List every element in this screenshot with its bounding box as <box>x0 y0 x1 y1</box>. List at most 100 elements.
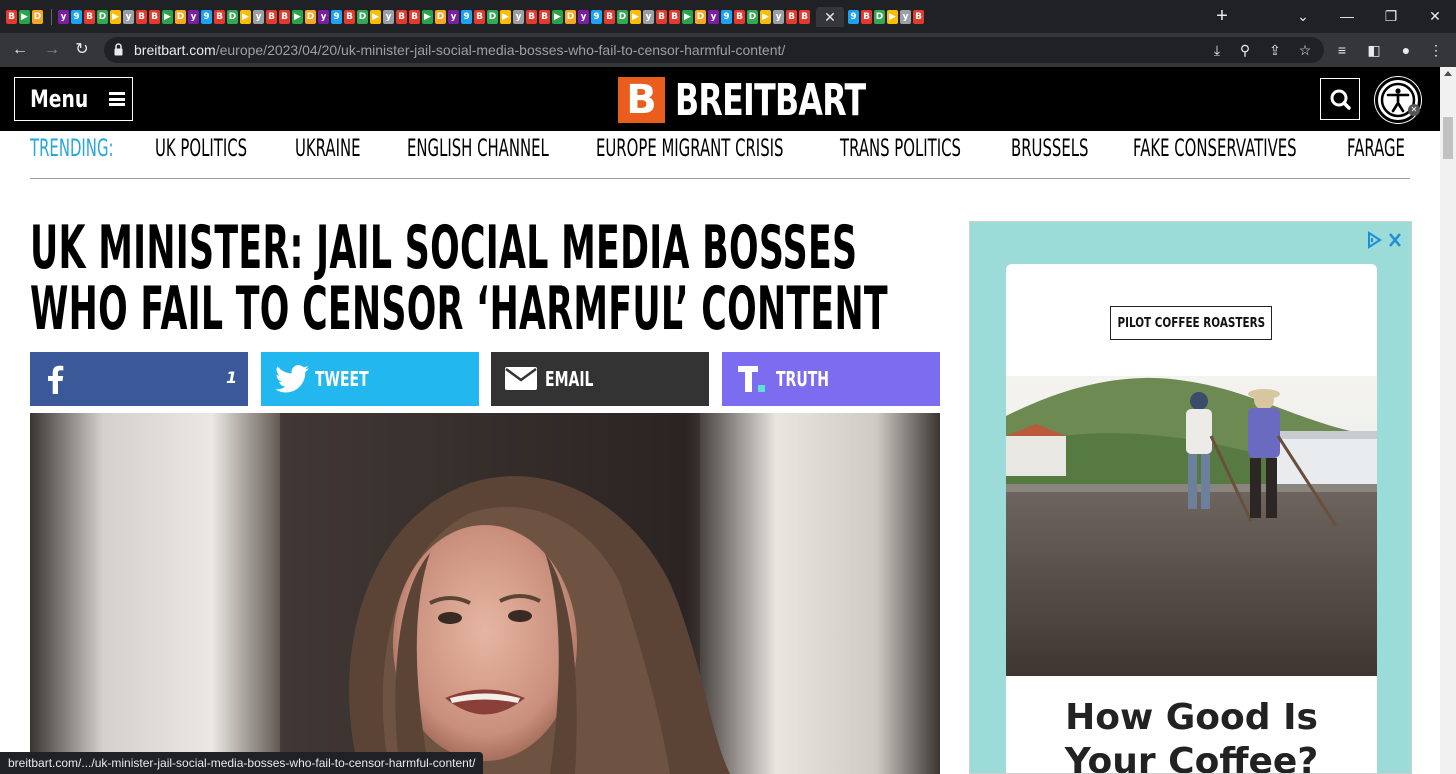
tab-favicon[interactable]: 9 <box>848 10 859 24</box>
tab-favicon[interactable]: ▶ <box>760 10 771 24</box>
trending-item[interactable]: ENGLISH CHANNEL <box>407 134 549 162</box>
tab-favicon[interactable]: y <box>188 10 199 24</box>
close-window-button[interactable]: ✕ <box>1420 5 1450 27</box>
tab-favicon[interactable]: 9 <box>71 10 82 24</box>
tab-favicon[interactable]: ▶ <box>552 10 563 24</box>
tab-favicon[interactable]: ▶ <box>422 10 433 24</box>
menu-button[interactable]: Menu <box>14 77 133 121</box>
page-scrollbar[interactable] <box>1440 67 1456 774</box>
address-bar[interactable]: breitbart.com/europe/2023/04/20/uk-minis… <box>104 37 1324 63</box>
tab-favicon[interactable]: B <box>279 10 290 24</box>
tab-favicon[interactable]: B <box>6 10 17 24</box>
tab-favicon[interactable]: B <box>734 10 745 24</box>
tab-favicon[interactable]: B <box>409 10 420 24</box>
forward-button[interactable]: → <box>40 38 64 62</box>
tab-favicon[interactable]: ▶ <box>682 10 693 24</box>
tab-favicon[interactable]: y <box>318 10 329 24</box>
tab-favicon[interactable]: ▶ <box>500 10 511 24</box>
tab-favicon[interactable]: y <box>900 10 911 24</box>
trending-item[interactable]: FAKE CONSERVATIVES <box>1133 134 1297 162</box>
trending-item[interactable]: UK POLITICS <box>155 134 247 162</box>
tab-favicon[interactable]: B <box>669 10 680 24</box>
chrome-menu-icon[interactable]: ⋮ <box>1426 40 1446 60</box>
site-logo[interactable]: B BREITBART <box>618 75 939 126</box>
tab-favicon[interactable]: 9 <box>721 10 732 24</box>
tab-favicon[interactable]: 9 <box>201 10 212 24</box>
bookmark-star-icon[interactable]: ☆ <box>1296 41 1314 59</box>
tab-favicon[interactable]: ▶ <box>887 10 898 24</box>
adchoices-icon[interactable] <box>1366 230 1406 250</box>
tab-favicon[interactable]: B <box>136 10 147 24</box>
tab-favicon[interactable]: ▶ <box>162 10 173 24</box>
tab-favicon[interactable]: D <box>305 10 316 24</box>
tab-favicon[interactable]: B <box>266 10 277 24</box>
tab-favicon[interactable]: D <box>357 10 368 24</box>
scroll-up-arrow-icon[interactable] <box>1444 71 1452 76</box>
tab-favicon[interactable]: ▶ <box>19 10 30 24</box>
tab-favicon[interactable]: ▶ <box>630 10 641 24</box>
advertisement[interactable]: PILOT COFFEE ROASTERS How Good Is Your C… <box>969 221 1412 774</box>
tab-favicon[interactable]: D <box>175 10 186 24</box>
tab-favicon[interactable]: B <box>526 10 537 24</box>
tab-favicon[interactable]: B <box>786 10 797 24</box>
trending-item[interactable]: BRUSSELS <box>1011 134 1088 162</box>
tab-favicon[interactable]: D <box>565 10 576 24</box>
tab-favicon[interactable]: D <box>695 10 706 24</box>
tab-favicon[interactable]: D <box>32 10 43 24</box>
tab-favicon[interactable]: D <box>747 10 758 24</box>
active-tab-close-button[interactable]: ✕ <box>816 7 844 27</box>
tab-favicon[interactable]: ▶ <box>110 10 121 24</box>
tab-favicon[interactable]: y <box>58 10 69 24</box>
tab-favicon[interactable]: B <box>913 10 924 24</box>
close-icon[interactable]: ✕ <box>1408 104 1420 116</box>
tab-favicon[interactable]: B <box>604 10 615 24</box>
tab-favicon[interactable]: ▶ <box>292 10 303 24</box>
tab-favicon[interactable]: B <box>861 10 872 24</box>
tab-favicon[interactable]: B <box>214 10 225 24</box>
article-photo[interactable] <box>30 413 940 774</box>
tab-favicon[interactable]: D <box>487 10 498 24</box>
zoom-icon[interactable]: ⚲ <box>1236 41 1254 59</box>
tab-favicon[interactable]: B <box>84 10 95 24</box>
minimize-button[interactable]: — <box>1332 5 1362 27</box>
tab-search-icon[interactable]: ⌄ <box>1288 5 1318 27</box>
tab-favicon[interactable]: 9 <box>591 10 602 24</box>
site-search-button[interactable] <box>1320 78 1360 120</box>
tab-favicon[interactable]: y <box>578 10 589 24</box>
tab-favicon[interactable]: y <box>773 10 784 24</box>
side-panel-icon[interactable]: ◧ <box>1364 40 1384 60</box>
tab-favicon[interactable]: 9 <box>461 10 472 24</box>
trending-item[interactable]: TRANS POLITICS <box>840 134 961 162</box>
accessibility-button[interactable]: ✕ <box>1375 77 1421 123</box>
ad-card[interactable]: PILOT COFFEE ROASTERS How Good Is Your C… <box>1006 264 1377 773</box>
media-queue-icon[interactable]: ≡ <box>1332 40 1352 60</box>
tab-favicon[interactable]: B <box>656 10 667 24</box>
new-tab-button[interactable]: + <box>1210 5 1234 27</box>
tab-favicon[interactable]: ▶ <box>240 10 251 24</box>
maximize-button[interactable]: ❐ <box>1376 5 1406 27</box>
tab-favicon[interactable]: y <box>708 10 719 24</box>
tab-favicon[interactable]: B <box>396 10 407 24</box>
email-share-button[interactable]: EMAIL <box>491 352 709 406</box>
tab-favicon[interactable]: B <box>539 10 550 24</box>
tab-favicon[interactable]: y <box>383 10 394 24</box>
profile-avatar-icon[interactable]: ● <box>1396 40 1416 60</box>
facebook-share-button[interactable]: 1 <box>30 352 248 406</box>
tab-favicon[interactable]: y <box>253 10 264 24</box>
share-icon[interactable]: ⇪ <box>1266 41 1284 59</box>
tweet-button[interactable]: TWEET <box>261 352 479 406</box>
trending-item[interactable]: UKRAINE <box>295 134 360 162</box>
tab-favicon[interactable]: B <box>474 10 485 24</box>
reload-button[interactable]: ↻ <box>70 38 94 62</box>
back-button[interactable]: ← <box>8 38 32 62</box>
tab-favicon[interactable]: y <box>513 10 524 24</box>
install-app-icon[interactable]: ⤓ <box>1208 41 1226 59</box>
tab-favicon[interactable]: B <box>149 10 160 24</box>
tab-favicon[interactable]: B <box>799 10 810 24</box>
tab-favicon[interactable]: y <box>123 10 134 24</box>
trending-item[interactable]: EUROPE MIGRANT CRISIS <box>596 134 783 162</box>
tab-favicon[interactable]: ▶ <box>370 10 381 24</box>
tab-favicon[interactable]: D <box>97 10 108 24</box>
tab-favicon[interactable]: 9 <box>331 10 342 24</box>
scroll-thumb[interactable] <box>1443 117 1453 159</box>
